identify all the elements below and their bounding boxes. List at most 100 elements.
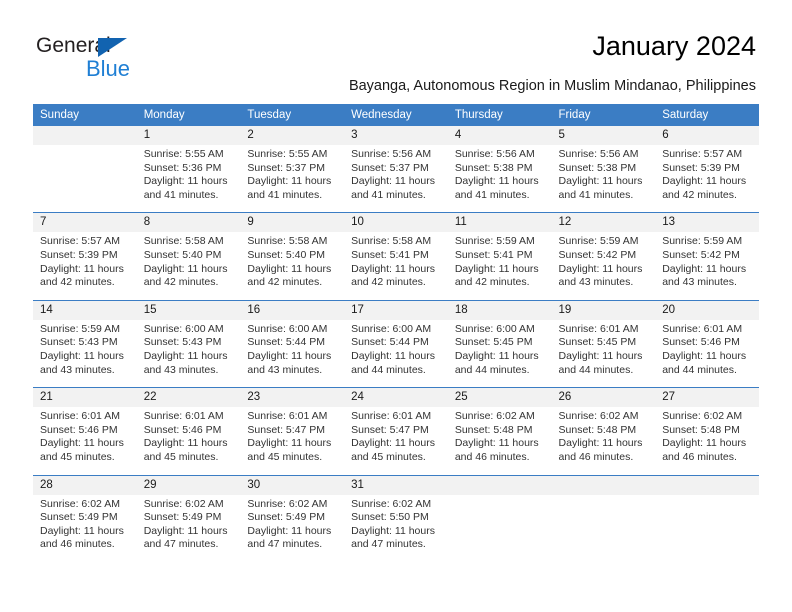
- day-cell[interactable]: 1 Sunrise: 5:55 AM Sunset: 5:36 PM Dayli…: [136, 126, 241, 213]
- sunrise-text: Sunrise: 6:02 AM: [351, 497, 432, 510]
- day-number: 10: [344, 213, 448, 233]
- day-cell[interactable]: 3 Sunrise: 5:56 AM Sunset: 5:37 PM Dayli…: [344, 126, 448, 213]
- daylight-text-line1: Daylight: 11 hours: [247, 349, 332, 362]
- day-number: 28: [33, 475, 137, 495]
- daylight-text-line2: and 42 minutes.: [454, 276, 530, 289]
- day-cell[interactable]: 11 Sunrise: 5:59 AM Sunset: 5:41 PM Dayl…: [447, 212, 552, 301]
- day-number: 15: [136, 300, 241, 320]
- day-cell[interactable]: 27 Sunrise: 6:02 AM Sunset: 5:48 PM Dayl…: [655, 387, 759, 475]
- day-cell[interactable]: 28 Sunrise: 6:02 AM Sunset: 5:49 PM Dayl…: [33, 474, 137, 562]
- day-details: [33, 145, 137, 203]
- day-cell[interactable]: 2 Sunrise: 5:55 AM Sunset: 5:37 PM Dayli…: [240, 126, 345, 213]
- day-cell[interactable]: 17 Sunrise: 6:00 AM Sunset: 5:44 PM Dayl…: [344, 299, 448, 388]
- daylight-text-line2: and 46 minutes.: [662, 450, 737, 463]
- day-cell[interactable]: 26 Sunrise: 6:02 AM Sunset: 5:48 PM Dayl…: [551, 387, 656, 475]
- general-blue-logo[interactable]: General Blue: [36, 34, 236, 84]
- sunset-text: Sunset: 5:40 PM: [143, 248, 222, 261]
- day-cell[interactable]: [551, 474, 656, 562]
- day-details: Sunrise: 5:57 AM Sunset: 5:39 PM Dayligh…: [33, 232, 137, 299]
- daylight-text-line2: and 41 minutes.: [351, 188, 426, 201]
- day-cell[interactable]: 4 Sunrise: 5:56 AM Sunset: 5:38 PM Dayli…: [447, 126, 552, 213]
- day-number: 25: [447, 388, 552, 408]
- sunrise-text: Sunrise: 6:01 AM: [662, 322, 743, 335]
- daylight-text-line1: Daylight: 11 hours: [351, 437, 435, 450]
- calendar-week-row: 21 Sunrise: 6:01 AM Sunset: 5:46 PM Dayl…: [33, 387, 759, 475]
- day-details: Sunrise: 6:02 AM Sunset: 5:49 PM Dayligh…: [240, 495, 344, 562]
- sunrise-text: Sunrise: 5:58 AM: [247, 235, 328, 248]
- sunset-text: Sunset: 5:37 PM: [351, 161, 429, 174]
- day-number: 3: [344, 126, 448, 145]
- weekday-header-sunday: Sunday: [33, 104, 137, 126]
- daylight-text-line1: Daylight: 11 hours: [40, 262, 124, 275]
- sunset-text: Sunset: 5:46 PM: [662, 336, 740, 349]
- day-details: Sunrise: 6:02 AM Sunset: 5:49 PM Dayligh…: [33, 495, 137, 562]
- day-number: 24: [344, 388, 448, 408]
- day-cell[interactable]: 24 Sunrise: 6:01 AM Sunset: 5:47 PM Dayl…: [344, 387, 448, 475]
- day-cell[interactable]: 22 Sunrise: 6:01 AM Sunset: 5:46 PM Dayl…: [136, 387, 241, 475]
- day-details: Sunrise: 6:02 AM Sunset: 5:48 PM Dayligh…: [552, 407, 656, 474]
- weekday-header-wednesday: Wednesday: [344, 104, 448, 126]
- day-number: 17: [344, 300, 448, 320]
- day-details: Sunrise: 6:01 AM Sunset: 5:45 PM Dayligh…: [552, 320, 656, 387]
- day-cell[interactable]: 9 Sunrise: 5:58 AM Sunset: 5:40 PM Dayli…: [240, 212, 345, 301]
- sunrise-text: Sunrise: 6:02 AM: [454, 410, 535, 423]
- day-number: 7: [33, 213, 137, 233]
- daylight-text-line2: and 47 minutes.: [247, 538, 323, 551]
- day-cell[interactable]: 8 Sunrise: 5:58 AM Sunset: 5:40 PM Dayli…: [136, 212, 241, 301]
- day-cell[interactable]: 31 Sunrise: 6:02 AM Sunset: 5:50 PM Dayl…: [344, 474, 448, 562]
- sunset-text: Sunset: 5:41 PM: [351, 248, 429, 261]
- daylight-text-line1: Daylight: 11 hours: [143, 524, 228, 537]
- day-cell[interactable]: 15 Sunrise: 6:00 AM Sunset: 5:43 PM Dayl…: [136, 299, 241, 388]
- calendar-table: Sunday Monday Tuesday Wednesday Thursday…: [33, 104, 759, 562]
- day-details: Sunrise: 5:59 AM Sunset: 5:43 PM Dayligh…: [33, 320, 137, 387]
- day-details: Sunrise: 5:59 AM Sunset: 5:42 PM Dayligh…: [655, 232, 759, 299]
- day-cell[interactable]: 30 Sunrise: 6:02 AM Sunset: 5:49 PM Dayl…: [240, 474, 345, 562]
- daylight-text-line1: Daylight: 11 hours: [662, 175, 747, 188]
- day-cell[interactable]: 10 Sunrise: 5:58 AM Sunset: 5:41 PM Dayl…: [344, 212, 448, 301]
- daylight-text-line1: Daylight: 11 hours: [143, 349, 228, 362]
- day-details: Sunrise: 6:01 AM Sunset: 5:47 PM Dayligh…: [240, 407, 344, 474]
- daylight-text-line2: and 43 minutes.: [143, 363, 219, 376]
- day-details: [655, 495, 759, 553]
- day-cell[interactable]: 16 Sunrise: 6:00 AM Sunset: 5:44 PM Dayl…: [240, 299, 345, 388]
- day-cell[interactable]: 13 Sunrise: 5:59 AM Sunset: 5:42 PM Dayl…: [655, 212, 759, 301]
- sunset-text: Sunset: 5:42 PM: [662, 248, 740, 261]
- daylight-text-line1: Daylight: 11 hours: [40, 349, 124, 362]
- day-cell[interactable]: [33, 126, 137, 213]
- daylight-text-line1: Daylight: 11 hours: [247, 262, 332, 275]
- day-cell[interactable]: 14 Sunrise: 5:59 AM Sunset: 5:43 PM Dayl…: [33, 299, 137, 388]
- daylight-text-line2: and 42 minutes.: [247, 276, 323, 289]
- sunrise-text: Sunrise: 5:59 AM: [40, 322, 120, 335]
- daylight-text-line1: Daylight: 11 hours: [143, 175, 228, 188]
- sunset-text: Sunset: 5:45 PM: [558, 336, 637, 349]
- daylight-text-line2: and 42 minutes.: [143, 276, 219, 289]
- day-details: Sunrise: 5:58 AM Sunset: 5:41 PM Dayligh…: [344, 232, 448, 299]
- day-cell[interactable]: 29 Sunrise: 6:02 AM Sunset: 5:49 PM Dayl…: [136, 474, 241, 562]
- day-cell[interactable]: 21 Sunrise: 6:01 AM Sunset: 5:46 PM Dayl…: [33, 387, 137, 475]
- day-details: Sunrise: 6:00 AM Sunset: 5:44 PM Dayligh…: [240, 320, 344, 387]
- day-cell[interactable]: 7 Sunrise: 5:57 AM Sunset: 5:39 PM Dayli…: [33, 212, 137, 301]
- day-cell[interactable]: 18 Sunrise: 6:00 AM Sunset: 5:45 PM Dayl…: [447, 299, 552, 388]
- day-cell[interactable]: 23 Sunrise: 6:01 AM Sunset: 5:47 PM Dayl…: [240, 387, 345, 475]
- day-number: 19: [551, 300, 656, 320]
- day-cell[interactable]: 25 Sunrise: 6:02 AM Sunset: 5:48 PM Dayl…: [447, 387, 552, 475]
- day-cell[interactable]: 20 Sunrise: 6:01 AM Sunset: 5:46 PM Dayl…: [655, 299, 759, 388]
- day-number: 12: [551, 213, 656, 233]
- day-cell[interactable]: 19 Sunrise: 6:01 AM Sunset: 5:45 PM Dayl…: [551, 299, 656, 388]
- day-cell[interactable]: [655, 474, 759, 562]
- day-details: Sunrise: 5:58 AM Sunset: 5:40 PM Dayligh…: [137, 232, 241, 299]
- day-cell[interactable]: [447, 474, 552, 562]
- daylight-text-line1: Daylight: 11 hours: [40, 524, 124, 537]
- sunrise-text: Sunrise: 5:57 AM: [662, 148, 743, 160]
- day-details: Sunrise: 6:02 AM Sunset: 5:49 PM Dayligh…: [137, 495, 241, 562]
- daylight-text-line1: Daylight: 11 hours: [143, 262, 228, 275]
- sunset-text: Sunset: 5:45 PM: [454, 336, 533, 349]
- sunrise-text: Sunrise: 6:00 AM: [247, 322, 328, 335]
- daylight-text-line1: Daylight: 11 hours: [351, 524, 435, 537]
- daylight-text-line1: Daylight: 11 hours: [247, 524, 332, 537]
- day-number: 2: [240, 126, 345, 145]
- day-cell[interactable]: 6 Sunrise: 5:57 AM Sunset: 5:39 PM Dayli…: [655, 126, 759, 213]
- day-cell[interactable]: 5 Sunrise: 5:56 AM Sunset: 5:38 PM Dayli…: [551, 126, 656, 213]
- day-cell[interactable]: 12 Sunrise: 5:59 AM Sunset: 5:42 PM Dayl…: [551, 212, 656, 301]
- day-details: Sunrise: 5:56 AM Sunset: 5:38 PM Dayligh…: [552, 145, 656, 212]
